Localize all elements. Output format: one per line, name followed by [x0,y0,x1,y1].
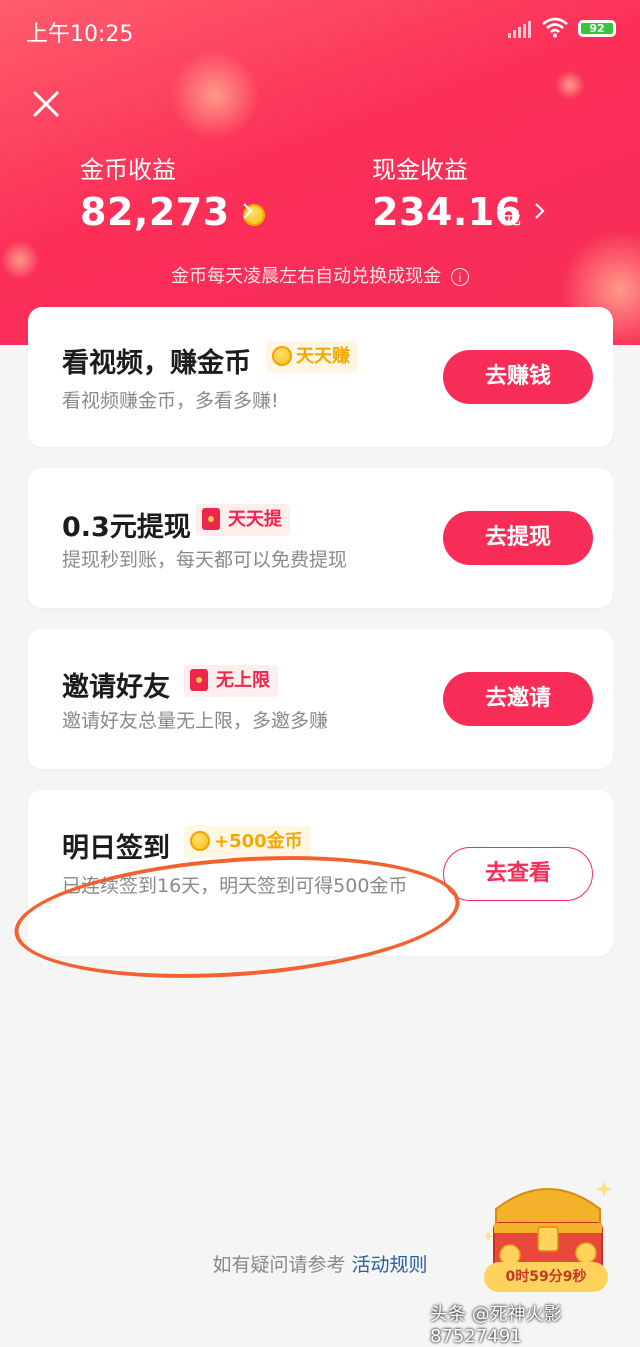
signal-icon [508,21,531,38]
chevron-right-icon[interactable] [240,200,256,222]
info-icon[interactable]: i [450,268,469,286]
invite-button[interactable]: 去邀请 [443,672,593,726]
coin-icon [190,831,210,851]
activity-rules-link[interactable]: 活动规则 [352,1254,428,1276]
earnings-header: 上午10:25 92 金币收益 82,273 现金收益 234.16 元 金币每… [0,0,640,345]
task-tag: 无上限 [184,665,278,697]
task-card-watch-video: 看视频，赚金币 天天赚 看视频赚金币，多看多赚! 去赚钱 [28,307,613,447]
battery-icon: 92 [578,20,616,37]
cash-earnings-label: 现金收益 [372,156,468,184]
task-subtitle: 看视频赚金币，多看多赚! [62,390,279,412]
task-tag-label: 天天提 [228,509,282,530]
red-envelope-icon [202,508,220,530]
chest-countdown: 0时59分9秒 [484,1262,608,1292]
footer-text: 如有疑问请参考 [212,1254,346,1276]
withdraw-button[interactable]: 去提现 [443,511,593,565]
task-title: 0.3元提现 [62,512,191,543]
task-tag: 天天赚 [266,341,358,373]
task-tag: 天天提 [196,504,290,536]
cash-unit: 元 [503,208,521,229]
wifi-icon [542,17,568,38]
chevron-right-icon[interactable] [532,200,548,222]
task-card-withdraw: 0.3元提现 天天提 提现秒到账，每天都可以免费提现 去提现 [28,468,613,608]
exchange-note: 金币每天凌晨左右自动兑换成现金 i [0,262,640,288]
coin-earnings-value[interactable]: 82,273 [80,190,266,234]
coin-earnings-label: 金币收益 [80,156,176,184]
view-checkin-button[interactable]: 去查看 [443,847,593,901]
task-card-invite: 邀请好友 无上限 邀请好友总量无上限，多邀多赚 去邀请 [28,629,613,769]
status-bar: 上午10:25 92 [0,0,640,56]
coin-earnings-amount: 82,273 [80,190,230,234]
cash-earnings-value[interactable]: 234.16 [372,190,522,234]
watermark: 头条 @死神火影87527491 [430,1304,562,1347]
task-tag-label: 无上限 [216,670,270,691]
task-subtitle: 邀请好友总量无上限，多邀多赚 [62,710,329,732]
task-tag-label: +500金币 [214,831,303,852]
task-subtitle: 提现秒到账，每天都可以免费提现 [62,549,348,571]
close-icon[interactable] [30,88,62,120]
task-title: 明日签到 [62,833,170,864]
task-tag-label: 天天赚 [296,346,350,367]
exchange-note-text: 金币每天凌晨左右自动兑换成现金 [171,266,442,287]
red-envelope-icon [190,669,208,691]
status-time: 上午10:25 [26,22,134,47]
earn-button[interactable]: 去赚钱 [443,350,593,404]
task-title: 邀请好友 [62,672,170,703]
task-tag: +500金币 [184,826,311,858]
battery-level: 92 [581,23,613,34]
coin-icon [272,346,292,366]
task-title: 看视频，赚金币 [62,348,251,379]
